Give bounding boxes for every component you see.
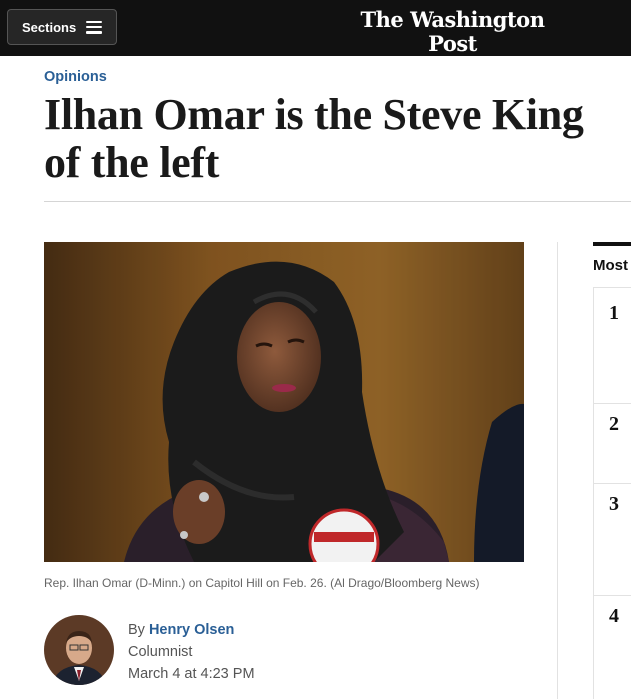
most-read-title: Most (593, 257, 628, 274)
most-read-rank: 4 (609, 605, 619, 627)
most-read-list: 1 2 3 4 (593, 287, 631, 699)
column-divider (557, 242, 558, 699)
most-read-item[interactable]: 1 (594, 288, 631, 403)
logo-text: The Washington Post (360, 7, 545, 56)
top-navigation-bar: Sections The Washington Post Democracy D… (0, 0, 631, 72)
lead-photo[interactable] (44, 242, 524, 562)
tagline: Democracy Dies in Darkness (379, 58, 526, 72)
most-read-rank: 1 (609, 302, 619, 324)
byline: By Henry Olsen Columnist March 4 at 4:23… (128, 619, 255, 685)
most-read-rank: 2 (609, 413, 619, 435)
most-read-rule (593, 242, 631, 246)
hamburger-icon (86, 20, 103, 34)
headline-divider (44, 201, 631, 202)
most-read-rank: 3 (609, 493, 619, 515)
most-read-item[interactable]: 3 (594, 483, 631, 595)
most-read-item[interactable]: 2 (594, 403, 631, 483)
photo-caption: Rep. Ilhan Omar (D-Minn.) on Capitol Hil… (44, 576, 480, 590)
sections-label: Sections (22, 19, 77, 35)
author-role: Columnist (128, 644, 193, 660)
author-name-link[interactable]: Henry Olsen (149, 622, 234, 638)
author-avatar[interactable] (44, 615, 114, 685)
byline-prefix: By (128, 622, 145, 638)
most-read-item[interactable]: 4 (594, 595, 631, 699)
publish-date: March 4 at 4:23 PM (128, 666, 255, 682)
article-headline: Ilhan Omar is the Steve King of the left (44, 90, 584, 187)
byline-author-line: By Henry Olsen (128, 619, 255, 641)
masthead-logo[interactable]: The Washington Post Democracy Dies in Da… (350, 8, 555, 73)
section-kicker-link[interactable]: Opinions (44, 69, 107, 85)
sections-menu-button[interactable]: Sections (7, 9, 117, 45)
